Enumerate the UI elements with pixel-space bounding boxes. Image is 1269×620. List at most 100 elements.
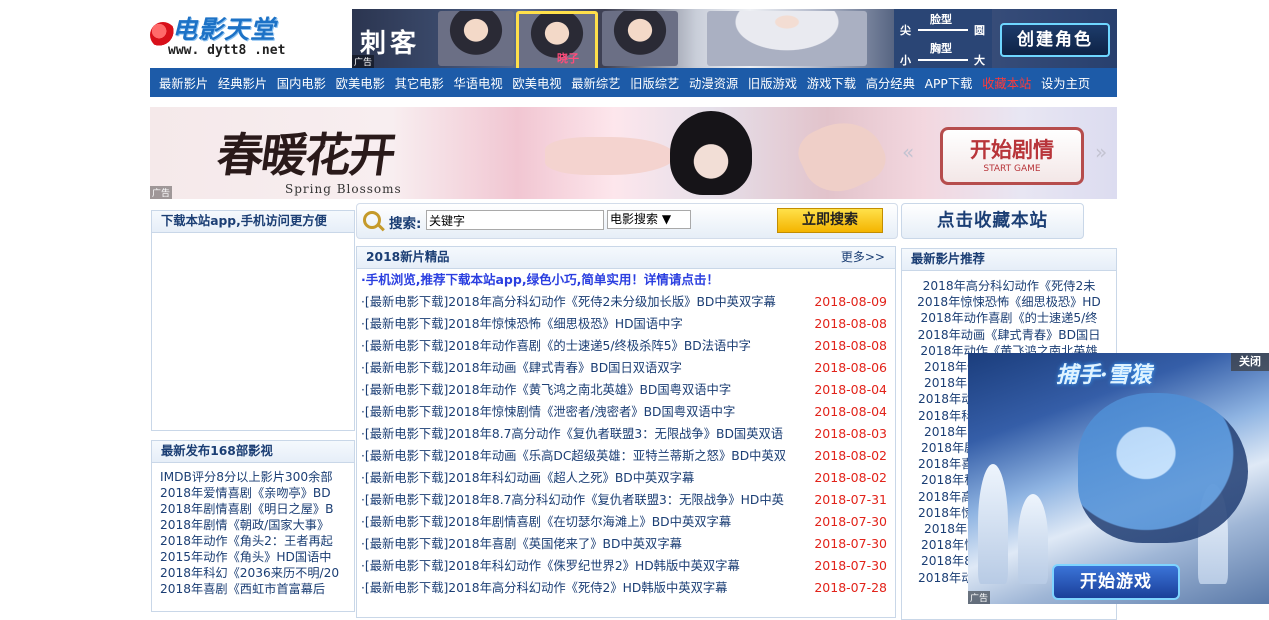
table-row[interactable]: ·[最新电影下载]2018年高分科幻动作《死侍2》HD韩版中英双字幕 2018-0… bbox=[357, 577, 895, 599]
table-row[interactable]: ·[最新电影下载]2018年8.7高分动作《复仇者联盟3：无限战争》BD国英双语… bbox=[357, 423, 895, 445]
character-head-illustration bbox=[670, 111, 752, 195]
list-item[interactable]: IMDB评分8分以上影片300余部 bbox=[160, 469, 350, 485]
big-label: 大 bbox=[974, 54, 985, 67]
list-item[interactable]: 2018年动作《角头2：王者再起 bbox=[160, 533, 350, 549]
movie-title: ·[最新电影下载]2018年动画《肆式青春》BD国日双语双字 bbox=[361, 361, 682, 375]
table-row[interactable]: ·[最新电影下载]2018年科幻动作《侏罗纪世界2》HD韩版中英双字幕 2018-… bbox=[357, 555, 895, 577]
list-item[interactable]: 2018年动画《肆式青春》BD国日 bbox=[902, 327, 1116, 343]
list-item[interactable]: 2018年科幻《2036来历不明/20 bbox=[160, 565, 350, 581]
nav-chinese-tv[interactable]: 华语电视 bbox=[453, 74, 502, 92]
create-character-button[interactable]: 创建角色 bbox=[1000, 23, 1110, 57]
logo-url: www. dytt8 .net bbox=[168, 43, 286, 58]
list-item[interactable]: 2015年动作《角头》HD国语中 bbox=[160, 549, 350, 565]
nav-classic[interactable]: 经典影片 bbox=[218, 74, 267, 92]
bookmark-site-button[interactable]: 点击收藏本站 bbox=[901, 203, 1084, 239]
movie-title: ·[最新电影下载]2018年动作喜剧《的士速递5/终极杀阵5》BD法语中字 bbox=[361, 339, 751, 353]
app-download-box: 下载本站app,手机访问更方便 bbox=[151, 210, 355, 431]
movie-date: 2018-08-02 bbox=[814, 470, 887, 485]
hand-illustration bbox=[545, 137, 675, 175]
snow-tree bbox=[1018, 494, 1048, 584]
movie-date: 2018-07-30 bbox=[814, 558, 887, 573]
start-game-button[interactable]: 开始游戏 bbox=[1052, 564, 1180, 600]
nav-variety[interactable]: 最新综艺 bbox=[571, 74, 620, 92]
ad-tag: 广告 bbox=[352, 55, 375, 68]
movie-title: ·[最新电影下载]2018年科幻动画《超人之死》BD中英双字幕 bbox=[361, 471, 695, 485]
search-input[interactable] bbox=[426, 210, 604, 230]
table-row[interactable]: ·[最新电影下载]2018年动作喜剧《的士速递5/终极杀阵5》BD法语中字 201… bbox=[357, 335, 895, 357]
nav-other[interactable]: 其它电影 bbox=[395, 74, 444, 92]
movie-date: 2018-08-08 bbox=[814, 338, 887, 353]
table-row[interactable]: ·[最新电影下载]2018年惊悚恐怖《细思极恐》HD国语中字 2018-08-08 bbox=[357, 313, 895, 335]
nav-domestic[interactable]: 国内电影 bbox=[277, 74, 326, 92]
top-banner-ad[interactable]: 刺客 晓子 脸型 尖圆 胸型 小大 创建角色 广告 bbox=[352, 9, 1117, 68]
search-type-select[interactable]: 电影搜索 ▼ bbox=[607, 210, 691, 229]
table-row[interactable]: ·[最新电影下载]2018年动画《乐高DC超级英雄：亚特兰蒂斯之怒》BD中英双 2… bbox=[357, 445, 895, 467]
search-type-value: 电影搜索 bbox=[610, 212, 659, 226]
list-item[interactable]: 2018年喜剧《西虹市首富幕后 bbox=[160, 581, 350, 597]
app-promo-link[interactable]: ·手机浏览,推荐下载本站app,绿色小巧,简单实用！详情请点击！ bbox=[357, 269, 895, 291]
table-row[interactable]: ·[最新电影下载]2018年剧情喜剧《在切瑟尔海滩上》BD中英双字幕 2018-0… bbox=[357, 511, 895, 533]
nav-old-games[interactable]: 旧版游戏 bbox=[748, 74, 797, 92]
search-button[interactable]: 立即搜索 bbox=[777, 208, 883, 233]
table-row[interactable]: ·[最新电影下载]2018年动画《肆式青春》BD国日双语双字 2018-08-06 bbox=[357, 357, 895, 379]
chest-slider[interactable] bbox=[918, 59, 968, 61]
table-row[interactable]: ·[最新电影下载]2018年8.7高分科幻动作《复仇者联盟3：无限战争》HD中英… bbox=[357, 489, 895, 511]
search-bar: 搜索: 电影搜索 ▼ 立即搜索 bbox=[356, 203, 898, 239]
movie-title: ·[最新电影下载]2018年惊悚剧情《泄密者/洩密者》BD国粤双语中字 bbox=[361, 405, 736, 419]
banner-title: 春暖花开 bbox=[213, 128, 398, 182]
close-button[interactable]: 关闭 bbox=[1231, 353, 1269, 371]
movie-title: ·[最新电影下载]2018年科幻动作《侏罗纪世界2》HD韩版中英双字幕 bbox=[361, 559, 740, 573]
new-releases-box: 2018新片精品 更多>> ·手机浏览,推荐下载本站app,绿色小巧,简单实用！… bbox=[356, 246, 896, 618]
nav-set-home[interactable]: 设为主页 bbox=[1041, 74, 1090, 92]
chevron-left-icon: « bbox=[902, 140, 915, 164]
list-item[interactable]: 2018年剧情喜剧《明日之屋》B bbox=[160, 501, 350, 517]
table-row[interactable]: ·[最新电影下载]2018年喜剧《英国佬来了》BD中英双字幕 2018-07-30 bbox=[357, 533, 895, 555]
search-label: 搜索: bbox=[389, 216, 422, 232]
list-item[interactable]: 2018年剧情《朝政/国家大事》 bbox=[160, 517, 350, 533]
start-story-label: 开始剧情 bbox=[970, 137, 1054, 162]
table-row[interactable]: ·[最新电影下载]2018年高分科幻动作《死侍2未分级加长版》BD中英双字幕 20… bbox=[357, 291, 895, 313]
movie-title: ·[最新电影下载]2018年动作《黄飞鸿之南北英雄》BD国粤双语中字 bbox=[361, 383, 732, 397]
character-face-1[interactable] bbox=[438, 11, 514, 66]
movie-title: ·[最新电影下载]2018年高分科幻动作《死侍2》HD韩版中英双字幕 bbox=[361, 581, 728, 595]
nav-top-rated[interactable]: 高分经典 bbox=[866, 74, 915, 92]
table-row[interactable]: ·[最新电影下载]2018年惊悚剧情《泄密者/洩密者》BD国粤双语中字 2018-… bbox=[357, 401, 895, 423]
pointy-label: 尖 bbox=[900, 24, 911, 37]
foot-illustration bbox=[791, 108, 893, 199]
nav-western-tv[interactable]: 欧美电视 bbox=[512, 74, 561, 92]
nav-anime[interactable]: 动漫资源 bbox=[689, 74, 738, 92]
site-logo[interactable]: 电影天堂 www. dytt8 .net bbox=[150, 10, 315, 62]
table-row[interactable]: ·[最新电影下载]2018年动作《黄飞鸿之南北英雄》BD国粤双语中字 2018-0… bbox=[357, 379, 895, 401]
recent-releases-header: 最新发布168部影视 bbox=[152, 441, 354, 463]
nav-old-variety[interactable]: 旧版综艺 bbox=[630, 74, 679, 92]
small-label: 小 bbox=[900, 54, 911, 67]
chevron-right-icon: » bbox=[1095, 140, 1108, 164]
movie-title: ·[最新电影下载]2018年高分科幻动作《死侍2未分级加长版》BD中英双字幕 bbox=[361, 295, 776, 309]
nav-game-download[interactable]: 游戏下载 bbox=[807, 74, 856, 92]
movie-title: ·[最新电影下载]2018年动画《乐高DC超级英雄：亚特兰蒂斯之怒》BD中英双 bbox=[361, 449, 787, 463]
ad-tag: 广告 bbox=[150, 186, 173, 199]
list-item[interactable]: 2018年惊悚恐怖《细思极恐》HD bbox=[902, 294, 1116, 310]
movie-title: ·[最新电影下载]2018年惊悚恐怖《细思极恐》HD国语中字 bbox=[361, 317, 683, 331]
table-row[interactable]: ·[最新电影下载]2018年科幻动画《超人之死》BD中英双字幕 2018-08-0… bbox=[357, 467, 895, 489]
nav-latest[interactable]: 最新影片 bbox=[159, 74, 208, 92]
game-banner-ad[interactable]: 春暖花开 Spring Blossoms « 开始剧情 START GAME »… bbox=[150, 107, 1117, 199]
more-link[interactable]: 更多>> bbox=[841, 247, 885, 268]
float-ad-title: 捕手·雪猿 bbox=[1056, 362, 1152, 388]
nav-app[interactable]: APP下载 bbox=[925, 74, 973, 92]
nav-bookmark[interactable]: 收藏本站 bbox=[982, 74, 1031, 92]
round-label: 圆 bbox=[974, 24, 985, 37]
shape-controls[interactable]: 脸型 尖 圆 胸型 小 大 bbox=[894, 9, 992, 68]
nav-western[interactable]: 欧美电影 bbox=[336, 74, 385, 92]
movie-date: 2018-08-09 bbox=[814, 294, 887, 309]
face-slider[interactable] bbox=[918, 29, 968, 31]
app-box-header: 下载本站app,手机访问更方便 bbox=[152, 211, 354, 233]
floating-game-ad[interactable]: 捕手·雪猿 关闭 开始游戏 广告 bbox=[968, 353, 1269, 604]
start-story-button[interactable]: 开始剧情 START GAME bbox=[940, 127, 1084, 185]
movie-date: 2018-07-30 bbox=[814, 514, 887, 529]
promo-text: ·手机浏览,推荐下载本站app,绿色小巧,简单实用！详情请点击！ bbox=[361, 272, 719, 287]
list-item[interactable]: 2018年动作喜剧《的士速递5/终 bbox=[902, 310, 1116, 326]
list-item[interactable]: 2018年爱情喜剧《亲吻亭》BD bbox=[160, 485, 350, 501]
character-outfit[interactable] bbox=[602, 11, 678, 66]
list-item[interactable]: 2018年高分科幻动作《死侍2未 bbox=[902, 278, 1116, 294]
